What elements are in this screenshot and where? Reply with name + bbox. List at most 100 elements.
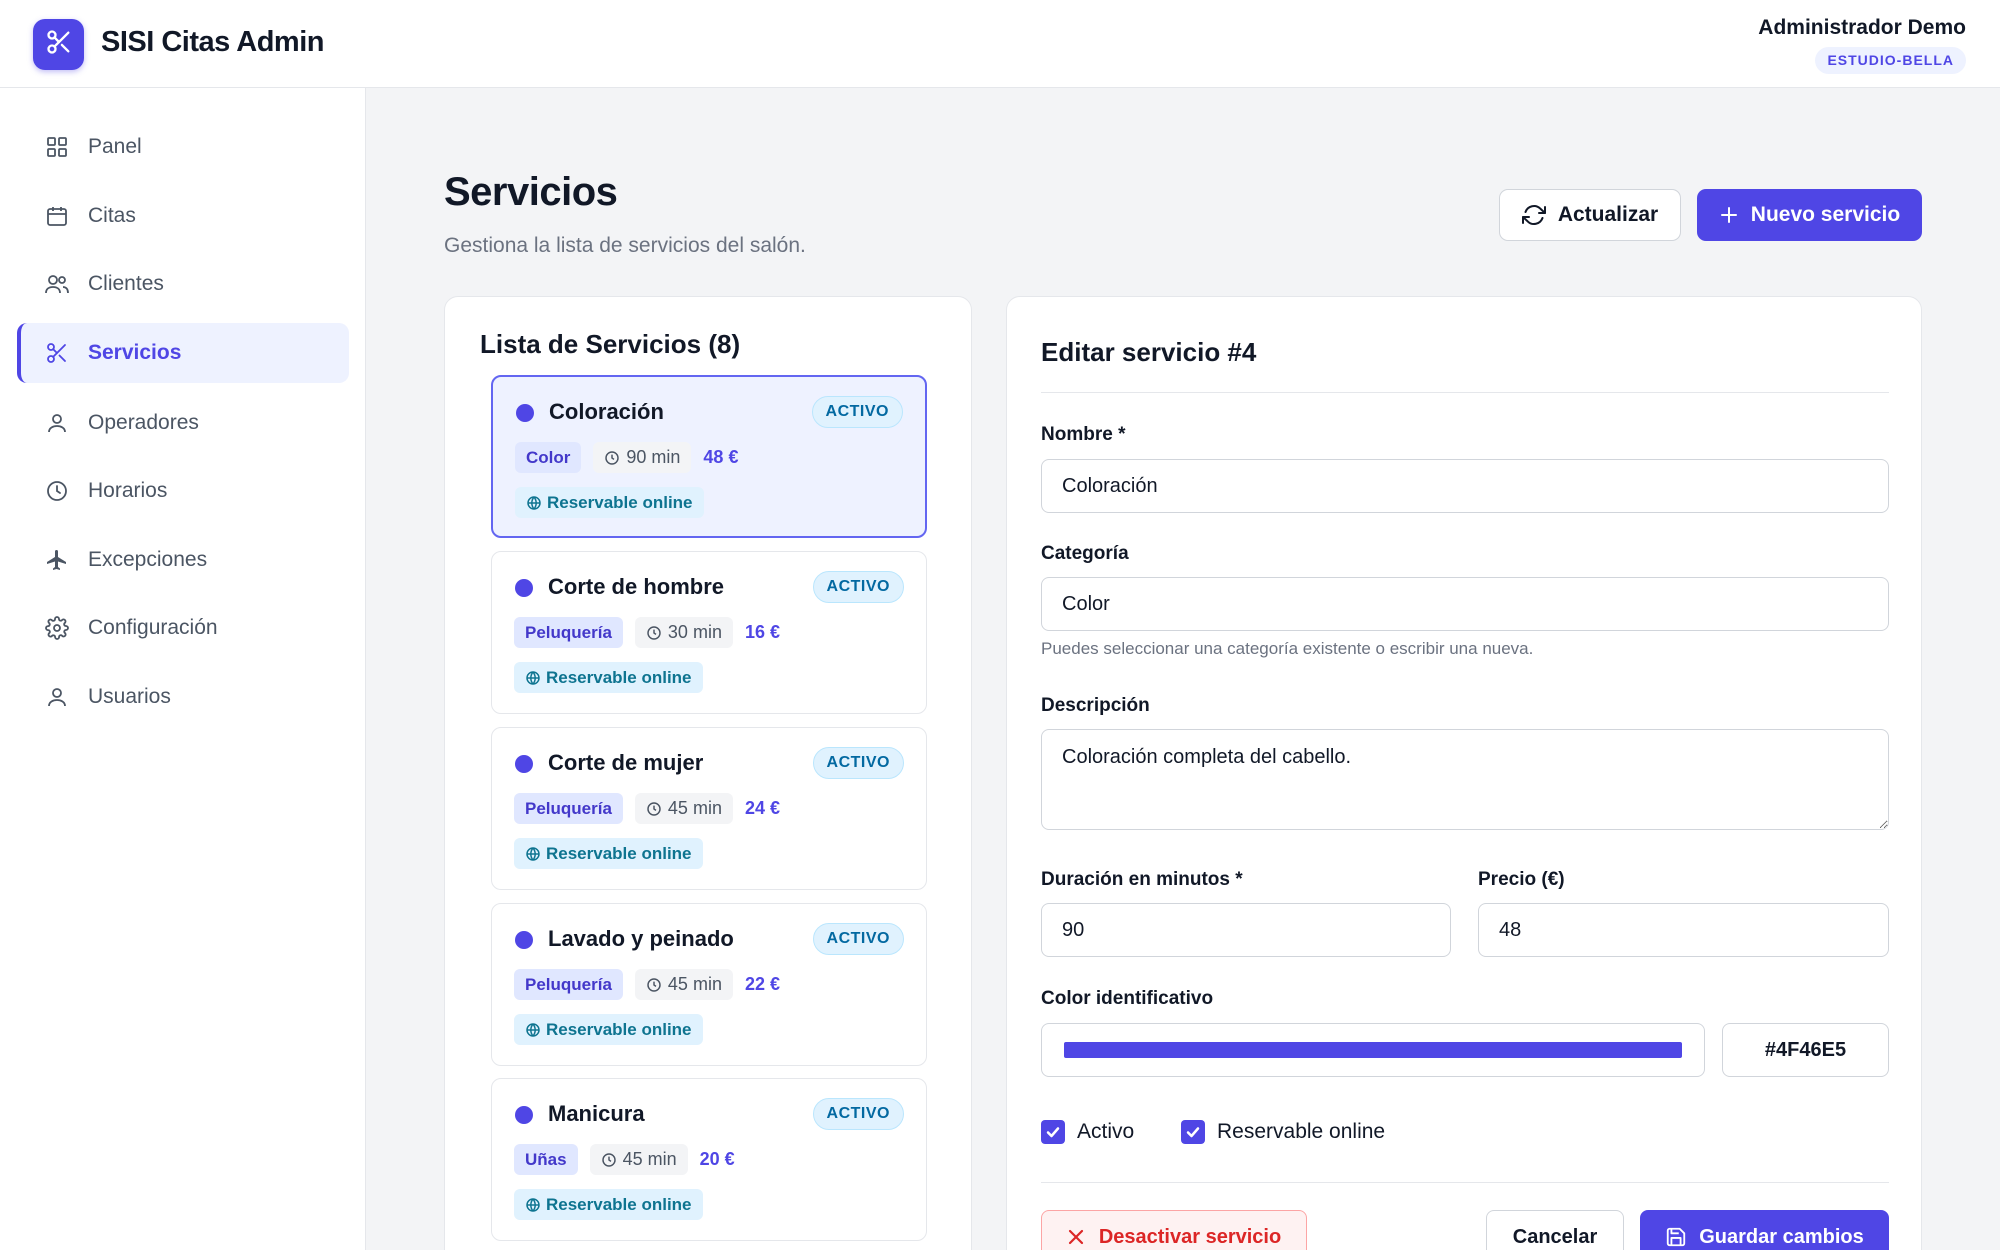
sidebar-item-label: Servicios [88,341,182,364]
service-card-lavado-peinado[interactable]: Lavado y peinado ACTIVO Peluquería 45 mi… [491,903,927,1066]
category-tag: Peluquería [514,969,623,1000]
duration-tag: 90 min [593,442,692,473]
status-badge: ACTIVO [812,923,904,955]
app-logo[interactable] [33,19,84,70]
service-tags: Peluquería 45 min 22 € [514,969,780,1000]
duration-input[interactable] [1041,903,1451,957]
color-hex-input[interactable]: #4F46E5 [1722,1023,1889,1077]
user-icon [44,410,70,436]
service-card-corte-mujer[interactable]: Corte de mujer ACTIVO Peluquería 45 min … [491,727,927,890]
category-input[interactable] [1041,577,1889,631]
sidebar-item-label: Excepciones [88,548,208,571]
sidebar-item-excepciones[interactable]: Excepciones [17,530,349,590]
status-badge: ACTIVO [812,1098,904,1130]
close-icon [1067,1228,1085,1246]
price-input[interactable] [1478,903,1889,957]
sidebar-item-label: Horarios [88,479,168,502]
active-label: Activo [1077,1120,1135,1143]
active-checkbox[interactable]: Activo [1041,1120,1134,1144]
service-tags: Uñas 45 min 20 € [514,1144,735,1175]
sidebar-item-label: Usuarios [88,685,171,708]
new-service-label: Nuevo servicio [1750,203,1901,226]
deactivate-button[interactable]: Desactivar servicio [1041,1210,1307,1250]
online-text: Reservable online [546,668,692,687]
plane-icon [44,547,70,573]
color-label: Color identificativo [1041,988,1214,1009]
duration-tag: 30 min [634,617,733,648]
color-picker[interactable] [1041,1023,1705,1077]
new-service-button[interactable]: Nuevo servicio [1697,189,1922,241]
divider [1041,1182,1889,1183]
color-swatch [1064,1042,1682,1058]
sidebar-item-usuarios[interactable]: Usuarios [17,667,349,727]
sidebar-item-label: Operadores [88,411,199,434]
duration-label: Duración en minutos * [1041,869,1243,890]
online-checkbox[interactable]: Reservable online [1181,1120,1385,1144]
description-label: Descripción [1041,695,1150,716]
service-name: Corte de hombre [548,574,725,599]
duration-tag: 45 min [589,1144,688,1175]
service-color-dot [515,579,533,597]
edit-service-panel: Editar servicio #4 Nombre * Categoría Pu… [1006,296,1922,1250]
online-text: Reservable online [546,1195,692,1214]
name-label: Nombre * [1041,424,1126,445]
user-icon [44,684,70,710]
service-card-coloracion[interactable]: Coloración ACTIVO Color 90 min 48 € Rese… [491,375,927,538]
service-list-panel: Lista de Servicios (8) Coloración ACTIVO… [444,296,972,1250]
price-label: Precio (€) [1478,869,1565,890]
checkmark-icon [1041,1120,1065,1144]
service-list-title: Lista de Servicios (8) [480,329,741,359]
cancel-button[interactable]: Cancelar [1486,1210,1624,1250]
service-name: Lavado y peinado [548,926,734,951]
service-tags: Peluquería 30 min 16 € [514,617,780,648]
sidebar-item-citas[interactable]: Citas [17,186,349,246]
online-badge: Reservable online [514,662,703,693]
refresh-icon [1521,203,1546,227]
service-card-manicura[interactable]: Manicura ACTIVO Uñas 45 min 20 € Reserva… [491,1078,927,1241]
user-name[interactable]: Administrador Demo [1758,16,1966,40]
category-tag: Peluquería [514,617,623,648]
status-badge: ACTIVO [811,396,903,428]
users-icon [44,271,70,297]
sidebar-item-label: Configuración [88,616,218,639]
scissors-icon [44,340,70,366]
clock-icon [604,450,620,466]
service-color-dot [515,755,533,773]
price-tag: 48 € [703,447,739,467]
sidebar-item-operadores[interactable]: Operadores [17,393,349,453]
sidebar-item-panel[interactable]: Panel [17,117,349,177]
duration-text: 30 min [667,622,722,642]
duration-text: 90 min [626,447,681,467]
service-tags: Peluquería 45 min 24 € [514,793,780,824]
sidebar-item-clientes[interactable]: Clientes [17,254,349,314]
globe-icon [525,846,541,862]
clock-icon [601,1152,617,1168]
sidebar-item-configuracion[interactable]: Configuración [17,598,349,658]
service-name: Corte de mujer [548,750,704,775]
online-label: Reservable online [1217,1120,1386,1143]
refresh-button[interactable]: Actualizar [1499,189,1681,241]
tenant-badge: ESTUDIO-BELLA [1815,47,1966,74]
service-color-dot [515,931,533,949]
price-tag: 22 € [744,974,780,994]
online-badge: Reservable online [515,487,704,518]
duration-text: 45 min [667,974,722,994]
refresh-label: Actualizar [1557,203,1659,226]
sidebar-item-label: Panel [88,135,142,158]
top-bar: SISI Citas Admin Administrador Demo ESTU… [0,0,2000,88]
status-badge: ACTIVO [812,747,904,779]
sidebar-item-horarios[interactable]: Horarios [17,461,349,521]
online-text: Reservable online [546,844,692,863]
name-input[interactable] [1041,459,1889,513]
service-card-corte-hombre[interactable]: Corte de hombre ACTIVO Peluquería 30 min… [491,551,927,714]
sidebar-item-servicios[interactable]: Servicios [17,323,349,383]
duration-tag: 45 min [634,969,733,1000]
globe-icon [525,1022,541,1038]
scissors-icon [45,28,73,61]
divider [1041,392,1889,393]
grid-icon [44,134,70,160]
description-textarea[interactable]: Coloración completa del cabello. [1041,729,1889,830]
price-tag: 24 € [744,798,780,818]
save-button[interactable]: Guardar cambios [1640,1210,1889,1250]
globe-icon [525,670,541,686]
